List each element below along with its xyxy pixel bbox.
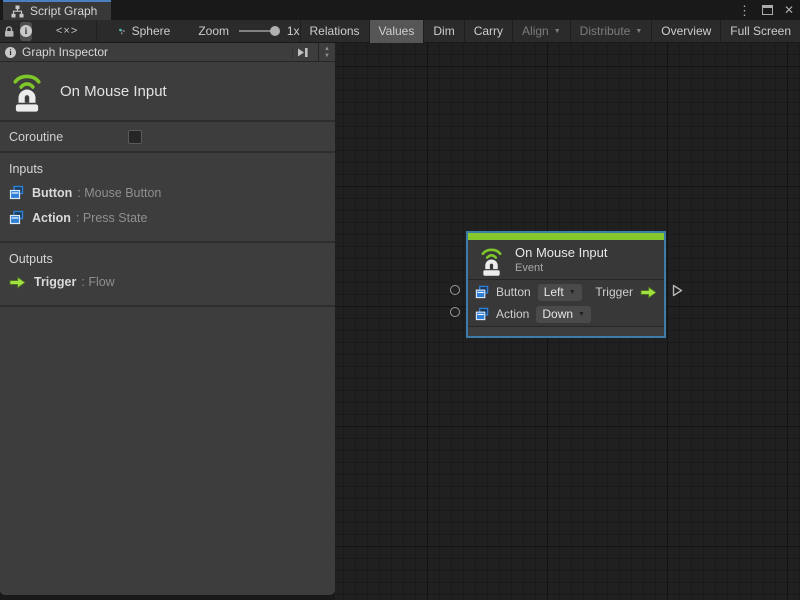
mouse-event-icon	[479, 245, 504, 276]
tab-label: Script Graph	[30, 4, 97, 18]
view-options-group: Relations Values Dim Carry Align ▼ Distr…	[300, 20, 800, 43]
flow-arrow-icon	[9, 276, 26, 289]
sitemap-icon	[11, 5, 24, 18]
coroutine-checkbox[interactable]	[128, 130, 142, 144]
inputs-section: Inputs Button : Mouse Button Action : Pr…	[0, 153, 335, 243]
value-port-icon	[9, 185, 24, 200]
inspector-toggle-button[interactable]: i	[20, 22, 32, 41]
node-titles: On Mouse Input Event	[515, 245, 608, 274]
align-button[interactable]: Align ▼	[512, 20, 570, 43]
node-subtitle: Event	[515, 262, 608, 275]
button-input-port[interactable]	[450, 285, 460, 295]
button-port-row: Button Left ▼ Trigger	[468, 281, 664, 303]
graph-toolbar: i <×> Sphere Zoom 1x Relations Values Di…	[0, 20, 800, 43]
scroll-up-icon[interactable]: ▲	[324, 46, 330, 52]
coroutine-label: Coroutine	[9, 130, 128, 144]
code-view-button[interactable]: <×>	[56, 22, 78, 41]
zoom-label: Zoom	[198, 24, 229, 38]
output-port-row: Trigger : Flow	[9, 275, 326, 289]
chevron-down-icon: ▼	[578, 311, 585, 318]
lock-button[interactable]	[3, 22, 15, 41]
button-dropdown[interactable]: Left ▼	[538, 284, 582, 301]
outputs-heading: Outputs	[9, 252, 326, 266]
graph-target-label[interactable]: Sphere	[132, 24, 171, 38]
node-header: On Mouse Input Event	[468, 240, 664, 280]
outputs-section: Outputs Trigger : Flow	[0, 243, 335, 307]
distribute-button[interactable]: Distribute ▼	[570, 20, 652, 43]
carry-button[interactable]: Carry	[464, 20, 512, 43]
flow-arrow-icon	[640, 286, 657, 299]
close-icon[interactable]: ✕	[784, 4, 794, 16]
relations-button[interactable]: Relations	[300, 20, 369, 43]
zoom-slider-handle[interactable]	[270, 26, 280, 36]
inspector-title: Graph Inspector	[22, 45, 108, 59]
values-button[interactable]: Values	[369, 20, 424, 43]
dock-panel-button[interactable]	[292, 47, 313, 58]
chevron-down-icon: ▼	[569, 289, 576, 296]
inputs-heading: Inputs	[9, 162, 326, 176]
action-port-label: Action	[496, 307, 529, 321]
dim-button[interactable]: Dim	[423, 20, 463, 43]
node-accent-bar	[468, 233, 664, 240]
unity-visual-scripting-window: Script Graph ⋮ ✕ i <×> Sphere Zoom	[0, 0, 800, 600]
unit-header: On Mouse Input	[0, 62, 335, 122]
action-input-port[interactable]	[450, 307, 460, 317]
scroll-down-icon[interactable]: ▼	[324, 53, 330, 59]
window-menu-icon[interactable]: ⋮	[738, 4, 751, 17]
dock-icon	[297, 47, 309, 58]
value-port-icon	[475, 307, 489, 321]
action-dropdown[interactable]: Down ▼	[536, 306, 591, 323]
button-port-label: Button	[496, 285, 531, 299]
overview-button[interactable]: Overview	[651, 20, 720, 43]
chevron-down-icon: ▼	[635, 28, 642, 35]
input-port-row: Button : Mouse Button	[9, 185, 326, 200]
trigger-port-label: Trigger	[595, 285, 633, 299]
mouse-event-icon	[10, 70, 44, 112]
graph-network-icon	[119, 25, 125, 38]
graph-canvas[interactable]: On Mouse Input Event Button Left ▼	[335, 43, 800, 600]
node-footer	[468, 326, 664, 336]
info-icon: i	[5, 47, 16, 58]
window-titlebar: Script Graph ⋮ ✕	[0, 0, 800, 20]
value-port-icon	[475, 285, 489, 299]
chevron-down-icon: ▼	[554, 28, 561, 35]
graph-inspector-panel: i Graph Inspector ▲ ▼	[0, 43, 335, 595]
lock-icon	[3, 25, 15, 38]
value-port-icon	[9, 210, 24, 225]
inspector-header: i Graph Inspector ▲ ▼	[0, 43, 335, 62]
node-title: On Mouse Input	[515, 245, 608, 261]
unit-title: On Mouse Input	[60, 83, 167, 100]
inspector-header-bar: i Graph Inspector	[0, 43, 319, 61]
full-screen-button[interactable]: Full Screen	[720, 20, 800, 43]
input-port-row: Action : Press State	[9, 210, 326, 225]
tab-script-graph[interactable]: Script Graph	[3, 0, 111, 20]
zoom-value: 1x	[287, 24, 300, 38]
action-port-row: Action Down ▼	[468, 303, 664, 325]
zoom-slider[interactable]	[239, 24, 278, 38]
trigger-output-port[interactable]	[672, 284, 683, 297]
on-mouse-input-node[interactable]: On Mouse Input Event Button Left ▼	[466, 231, 666, 338]
info-icon: i	[20, 25, 32, 37]
coroutine-row: Coroutine	[0, 122, 335, 153]
maximize-icon[interactable]	[762, 5, 773, 15]
node-ports: Button Left ▼ Trigger	[468, 280, 664, 326]
window-controls: ⋮ ✕	[738, 0, 794, 20]
panel-scrollbar: ▲ ▼	[319, 43, 335, 61]
